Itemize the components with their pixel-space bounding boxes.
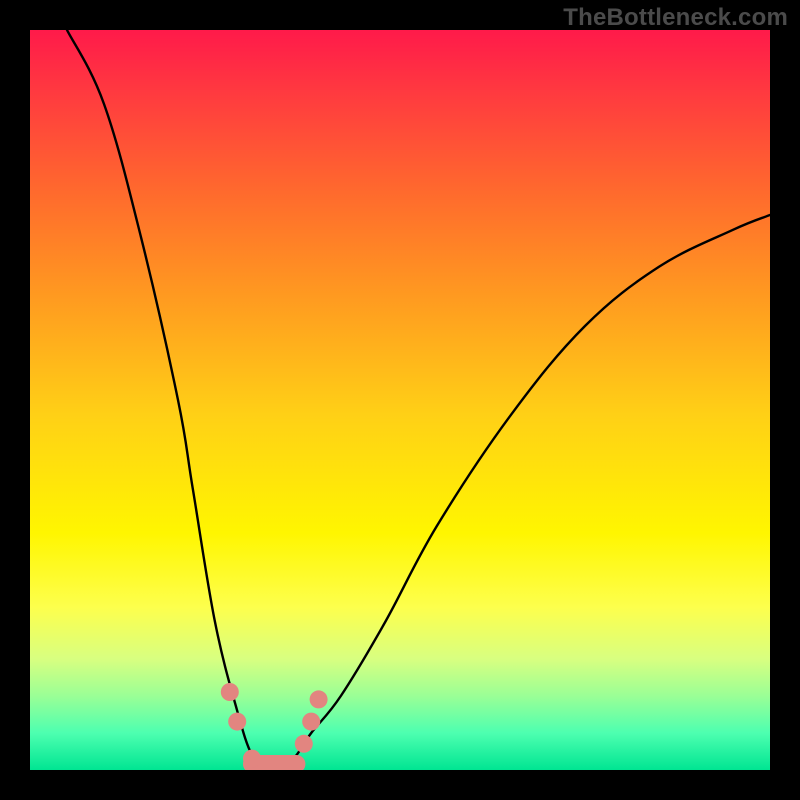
plot-area (30, 30, 770, 770)
optimal-marker-dot (295, 735, 313, 753)
optimal-markers-group (221, 683, 328, 770)
optimal-marker-dot (221, 683, 239, 701)
chart-frame: TheBottleneck.com (0, 0, 800, 800)
watermark-text: TheBottleneck.com (563, 4, 788, 32)
optimal-marker-dot (310, 690, 328, 708)
curve-line (67, 30, 770, 770)
optimal-marker-dot (302, 713, 320, 731)
optimal-marker-dot (228, 713, 246, 731)
chart-svg (30, 30, 770, 770)
